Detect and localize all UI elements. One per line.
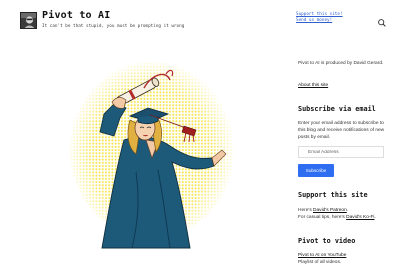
search-button[interactable] [377, 15, 387, 27]
logo-portrait-icon [21, 13, 36, 28]
graduate-pop-art-illustration [70, 62, 234, 249]
subscribe-description: Enter your email address to subscribe to… [298, 121, 385, 140]
site-logo[interactable] [20, 12, 37, 29]
support-line-prefix: For casual tips, here's [298, 215, 347, 220]
hero-image [66, 62, 236, 250]
support-line-kofi: For casual tips, here's David's Ko-Fi. [298, 214, 376, 221]
patreon-link[interactable]: David's Patreon [313, 208, 347, 213]
support-line-prefix: Here's [298, 208, 314, 213]
email-field[interactable] [298, 146, 384, 158]
support-link[interactable]: Support this site! Send us money! [296, 12, 346, 23]
subscribe-button[interactable]: Subscribe [298, 164, 334, 177]
sidebar-intro-text: Pivot to AI is produced by David Gerard. [298, 61, 384, 66]
about-link[interactable]: About this site [298, 82, 328, 89]
kofi-link[interactable]: David's Ko-Fi [346, 215, 374, 220]
search-icon [378, 19, 386, 27]
playlist-text: Playlist of all videos. [298, 260, 342, 265]
support-line-suffix: . [374, 215, 376, 220]
support-line-patreon: Here's David's Patreon. [298, 207, 348, 214]
site-tagline: It can't be that stupid, you must be pro… [42, 24, 185, 29]
support-line-suffix: . [346, 208, 349, 213]
subscribe-heading: Subscribe via email [298, 105, 376, 113]
support-heading: Support this site [298, 191, 368, 199]
video-heading: Pivot to video [298, 237, 356, 245]
site-title[interactable]: Pivot to AI [42, 10, 110, 21]
youtube-link[interactable]: Pivot to AI on YouTube [298, 252, 346, 259]
